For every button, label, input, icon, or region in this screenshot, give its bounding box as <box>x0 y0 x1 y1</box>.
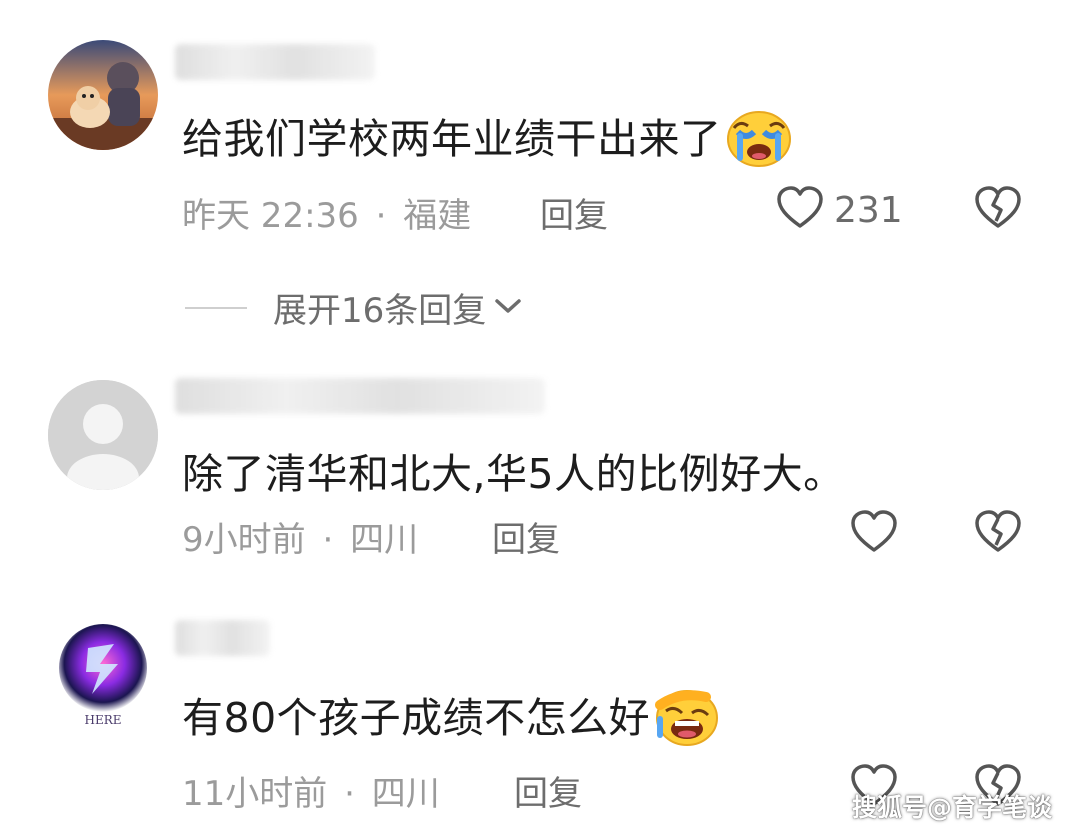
like-button[interactable] <box>850 510 898 558</box>
reply-button[interactable]: 回复 <box>540 188 608 237</box>
comment-time: 9小时前 <box>182 520 306 560</box>
comment-location: 四川 <box>371 774 440 814</box>
like-button[interactable]: 231 <box>776 186 903 234</box>
avatar[interactable]: HERE <box>48 620 158 730</box>
comment-meta: 11小时前 · 四川 <box>182 766 440 815</box>
avatar[interactable] <box>48 380 158 490</box>
meta-separator: · <box>375 196 387 236</box>
meta-separator: · <box>344 774 355 814</box>
comment-text: 有80个孩子成绩不怎么好 <box>182 684 720 757</box>
heart-icon <box>850 510 898 558</box>
comment-time: 11小时前 <box>182 774 328 814</box>
blurred-username <box>175 44 375 80</box>
like-count: 231 <box>834 189 903 231</box>
comment-location: 福建 <box>403 196 472 236</box>
expand-divider <box>185 306 247 309</box>
comment-meta: 昨天 22:36 · 福建 <box>182 188 471 237</box>
broken-heart-icon <box>974 510 1022 558</box>
expand-replies-label: 展开16条回复 <box>273 291 487 331</box>
expand-replies-button[interactable]: 展开16条回复 <box>185 283 522 332</box>
reply-button[interactable]: 回复 <box>492 512 560 561</box>
comment-meta: 9小时前 · 四川 <box>182 512 418 561</box>
watermark: 搜狐号@育学笔谈 <box>851 793 1052 822</box>
comment-text: 给我们学校两年业绩干出来了 <box>182 105 792 178</box>
heart-icon <box>776 186 824 234</box>
broken-heart-icon <box>974 186 1022 234</box>
dislike-button[interactable] <box>974 510 1022 558</box>
blurred-username <box>175 378 545 414</box>
comment-text: 除了清华和北大,华5人的比例好大。 <box>182 450 845 498</box>
dislike-button[interactable] <box>974 186 1022 234</box>
comment-location: 四川 <box>350 520 419 560</box>
avatar[interactable] <box>48 40 158 150</box>
meta-separator: · <box>322 520 334 560</box>
reply-button[interactable]: 回复 <box>514 766 582 815</box>
laughing-crying-face-emoji-icon <box>654 685 720 757</box>
chevron-down-icon <box>494 296 522 320</box>
blurred-username <box>175 620 270 656</box>
avatar-logo-label: HERE <box>84 713 121 727</box>
comment-time: 昨天 22:36 <box>182 196 359 236</box>
crying-face-emoji-icon <box>726 106 792 178</box>
